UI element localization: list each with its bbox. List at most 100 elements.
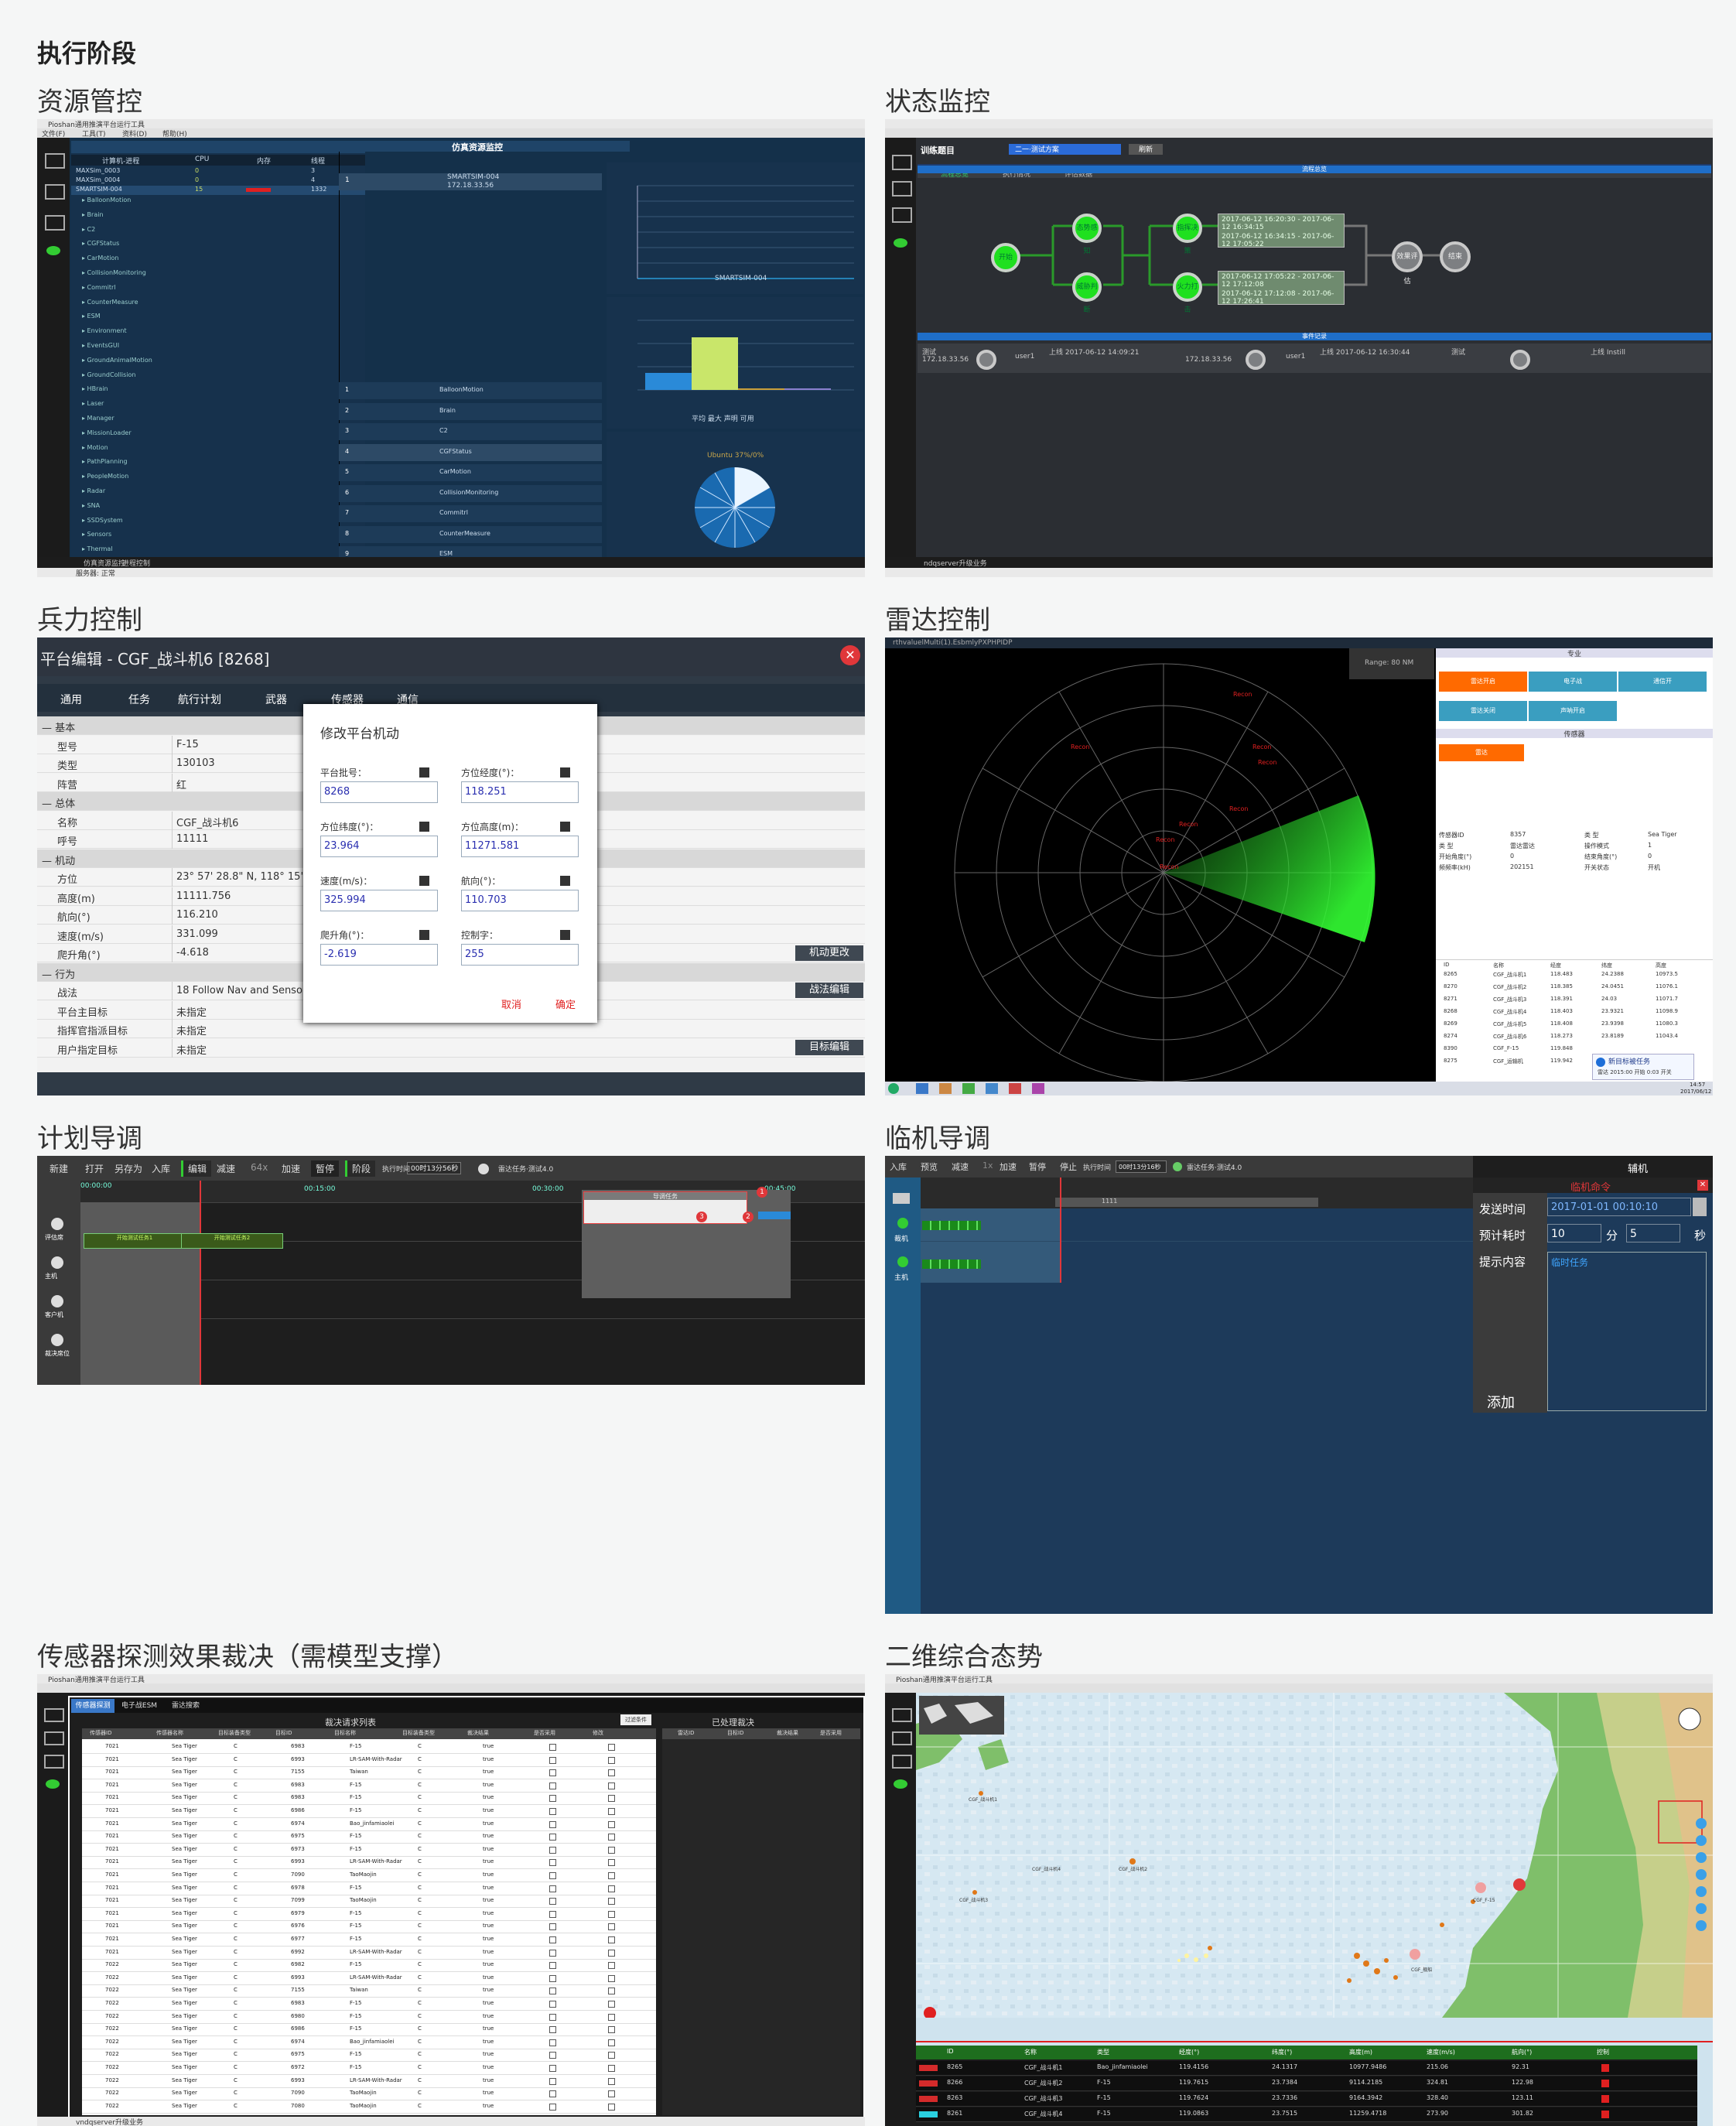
table-row[interactable]: 7021 Sea Tiger C 6983 F-15 Ctrue — [82, 1741, 656, 1754]
flow-node-strike[interactable]: 火力打击 — [1173, 272, 1202, 314]
accept-checkbox[interactable] — [549, 1834, 556, 1841]
task-box-2[interactable]: 开始测试任务2 — [181, 1233, 283, 1249]
table-cell[interactable]: 23.8189 — [1601, 1033, 1624, 1039]
table-cell[interactable]: 118.408 — [1550, 1020, 1573, 1027]
property-value[interactable]: 130103 — [176, 757, 215, 769]
accept-checkbox[interactable] — [549, 1756, 556, 1764]
tab-radar-search[interactable]: 雷达搜索 — [164, 1699, 207, 1713]
flow-node-start[interactable]: 开始 — [991, 243, 1020, 272]
accept-checkbox[interactable] — [549, 2039, 556, 2046]
add-button[interactable]: 添加 — [1473, 1394, 1547, 1413]
cancel-button[interactable]: 取消 — [501, 996, 521, 1011]
table-row[interactable]: 7022 Sea Tiger C 6986 F-15 Ctrue — [82, 2023, 656, 2037]
property-value[interactable]: 331.099 — [176, 928, 218, 940]
table-cell[interactable]: 8269 — [1444, 1020, 1457, 1027]
table-cell[interactable]: 8265 — [1444, 971, 1457, 977]
accept-checkbox[interactable] — [549, 2077, 556, 2085]
toolbar-button[interactable]: 预览 — [921, 1160, 938, 1173]
accept-checkbox[interactable] — [549, 1898, 556, 1906]
property-value[interactable]: 11111 — [176, 833, 208, 845]
table-row[interactable]: 7022 Sea Tiger C 7090 TaoMaojin Ctrue — [82, 2087, 656, 2101]
mode-comm[interactable]: 通信开 — [1618, 672, 1707, 692]
node-row[interactable]: 6 CollisionMonitoring — [339, 484, 602, 502]
table-row[interactable]: 7021 Sea Tiger C 6992 LR-SAM-With-Radar Ctrue — [82, 1947, 656, 1960]
marker-2[interactable]: 2 — [743, 1212, 754, 1222]
edit-icon[interactable] — [608, 2077, 615, 2085]
close-icon[interactable]: ✕ — [1697, 1180, 1708, 1191]
property-value[interactable]: 未指定 — [176, 1004, 207, 1019]
edit-icon[interactable] — [608, 1808, 615, 1815]
task-chip[interactable] — [758, 1212, 791, 1219]
send-time-field[interactable]: 2017-01-01 00:10:10 — [1547, 1198, 1691, 1216]
field-input[interactable]: 118.251 — [461, 781, 579, 803]
table-row[interactable]: 7021 Sea Tiger C 6976 F-15 Ctrue — [82, 1920, 656, 1934]
toolbar-button[interactable]: 打开 — [80, 1160, 108, 1177]
property-value[interactable]: -4.618 — [176, 947, 209, 959]
table-row[interactable]: 7021 Sea Tiger C 6977 F-15 Ctrue — [82, 1933, 656, 1947]
training-select[interactable]: 二一·测试方案 — [1009, 144, 1121, 155]
accept-checkbox[interactable] — [549, 1988, 556, 1995]
control-icon[interactable] — [1601, 2095, 1609, 2103]
property-value[interactable]: 未指定 — [176, 1023, 207, 1037]
table-row[interactable]: 7021 Sea Tiger C 6979 F-15 Ctrue — [82, 1908, 656, 1921]
module-item[interactable]: ▸ PathPlanning — [82, 458, 128, 465]
module-item[interactable]: ▸ Motion — [82, 444, 108, 451]
tab-sensor-detection[interactable]: 传感器探测 — [71, 1699, 114, 1713]
field-checkbox[interactable] — [419, 876, 429, 886]
tab-resource-monitor[interactable]: 仿真资源监控 — [84, 558, 125, 568]
monitor-icon[interactable] — [892, 207, 912, 223]
table-cell[interactable]: 23.9398 — [1601, 1020, 1624, 1027]
tab-0[interactable]: 通用 — [60, 692, 82, 707]
node-row[interactable]: 1 BalloonMotion — [339, 382, 602, 399]
edit-icon[interactable] — [608, 1910, 615, 1918]
menu-tools[interactable]: 工具(T) — [82, 128, 106, 138]
module-item[interactable]: ▸ PeopleMotion — [82, 473, 128, 480]
field-checkbox[interactable] — [419, 822, 429, 832]
settings-icon[interactable] — [1696, 1903, 1707, 1914]
monitor-icon[interactable] — [45, 184, 65, 200]
table-cell[interactable]: 24.0451 — [1601, 983, 1624, 990]
mode-sonar[interactable]: 声呐开启 — [1529, 701, 1617, 721]
toolbar-button[interactable]: 加速 — [1000, 1160, 1017, 1173]
home-icon[interactable] — [1696, 1920, 1707, 1931]
table-row[interactable]: 7022 Sea Tiger C 6972 F-15 Ctrue — [82, 2062, 656, 2075]
duration-seconds-field[interactable]: 5 — [1626, 1224, 1680, 1242]
accept-checkbox[interactable] — [549, 1974, 556, 1982]
tab-ew-esm[interactable]: 电子战ESM — [118, 1699, 161, 1713]
node-row[interactable]: 7 Commitrl — [339, 505, 602, 522]
app-icon[interactable] — [1009, 1083, 1021, 1094]
filter-button[interactable]: 过滤条件 — [620, 1714, 651, 1725]
toolbar-button[interactable]: 入库 — [147, 1160, 175, 1177]
edit-icon[interactable] — [608, 2052, 615, 2059]
accept-checkbox[interactable] — [549, 1820, 556, 1828]
duration-minutes-field[interactable]: 10 — [1547, 1224, 1601, 1242]
module-item[interactable]: ▸ CounterMeasure — [82, 299, 138, 306]
accept-checkbox[interactable] — [549, 1744, 556, 1751]
toolbar-button[interactable]: 暂停 — [311, 1160, 340, 1177]
measure-icon[interactable] — [1696, 1852, 1707, 1863]
menu-data[interactable]: 资料(D) — [122, 128, 147, 138]
field-checkbox[interactable] — [419, 767, 429, 778]
edit-icon[interactable] — [608, 2013, 615, 2021]
module-item[interactable]: ▸ EventsGUI — [82, 342, 119, 349]
host-card[interactable]: 1 SMARTSIM-004 172.18.33.56 — [339, 173, 602, 190]
field-checkbox[interactable] — [560, 930, 570, 940]
edit-icon[interactable] — [608, 1834, 615, 1841]
flow-node-perception[interactable]: 态势感知 — [1072, 214, 1102, 255]
toolbar-button[interactable]: 64x — [246, 1160, 272, 1174]
control-icon[interactable] — [1601, 2080, 1609, 2087]
monitor-icon[interactable] — [44, 1755, 64, 1769]
node-row[interactable]: 2 Brain — [339, 402, 602, 420]
table-cell[interactable]: 8270 — [1444, 983, 1457, 990]
accept-checkbox[interactable] — [549, 2103, 556, 2111]
module-item[interactable]: ▸ GroundCollision — [82, 371, 136, 378]
table-cell[interactable]: CGF_战斗机6 — [1493, 1033, 1526, 1041]
toolbar-button[interactable]: 停止 — [1060, 1160, 1077, 1173]
tab-3[interactable]: 武器 — [265, 692, 287, 707]
flow-node-end[interactable]: 结束 — [1440, 241, 1471, 272]
toolbar-button[interactable]: 新建 — [45, 1160, 73, 1177]
module-item[interactable]: ▸ Sensors — [82, 531, 111, 538]
toolbar-button[interactable]: 暂停 — [1029, 1160, 1046, 1173]
machine-row[interactable]: MAXSim_0004 0 4 — [71, 176, 365, 186]
toolbar-button[interactable]: 减速 — [952, 1160, 969, 1173]
